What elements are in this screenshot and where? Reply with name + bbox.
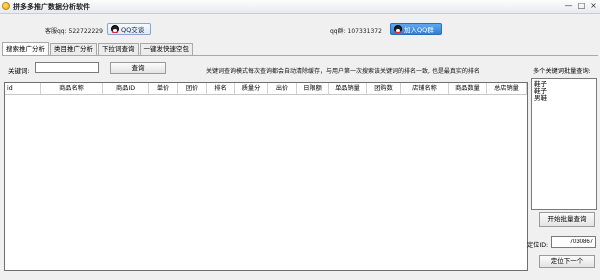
query-hint-text: 关键词查询模式每次查询都会自动清除缓存，与用户第一次搜索该关键词的排名一致, 也…	[206, 68, 480, 75]
column-header-group-buys[interactable]: 团购数	[367, 83, 401, 94]
keyword-label: 关键词:	[8, 67, 30, 75]
column-header-product-count[interactable]: 商品数量	[449, 83, 487, 94]
join-qq-group-button[interactable]: 加入QQ群	[390, 23, 442, 35]
maximize-button[interactable]: □	[576, 1, 587, 11]
qq-penguin-icon	[111, 25, 119, 33]
column-header-shop-name[interactable]: 店铺名称	[401, 83, 449, 94]
column-header-product-name[interactable]: 商品名称	[41, 83, 103, 94]
column-header-quality-score[interactable]: 质量分	[235, 83, 268, 94]
locate-next-button[interactable]: 定位下一个	[539, 255, 595, 268]
column-header-unit-price[interactable]: 单价	[149, 83, 178, 94]
results-table[interactable]: id 商品名称 商品ID 单价 团价 排名 质量分 出价 日限额 单品销量 团购…	[4, 82, 528, 271]
tab-quick-package[interactable]: 一键发快速空包	[139, 43, 193, 55]
query-button[interactable]: 查询	[110, 62, 166, 74]
title-bar: 拼多多推广数据分析软件 — □ ×	[0, 0, 600, 14]
column-header-item-sales[interactable]: 单品销量	[329, 83, 367, 94]
qq-penguin-icon	[394, 25, 402, 33]
column-header-group-price[interactable]: 团价	[178, 83, 207, 94]
column-header-id[interactable]: id	[5, 83, 41, 94]
column-header-bid[interactable]: 出价	[268, 83, 297, 94]
table-header: id 商品名称 商品ID 单价 团价 排名 质量分 出价 日限额 单品销量 团购…	[5, 83, 527, 95]
close-button[interactable]: ×	[588, 1, 599, 11]
qq-contact-label: QQ交谈	[121, 26, 145, 34]
locate-id-input[interactable]	[551, 236, 596, 248]
column-header-total-shop-sales[interactable]: 总店销量	[487, 83, 527, 94]
qq-contact-button[interactable]: QQ交谈	[107, 23, 151, 35]
column-header-daily-limit[interactable]: 日限额	[297, 83, 329, 94]
column-header-rank[interactable]: 排名	[207, 83, 235, 94]
support-qq-label: 客服qq: 522722229	[45, 28, 103, 35]
batch-query-label: 多个关键词批量查询:	[533, 68, 591, 75]
start-batch-query-button[interactable]: 开始批量查询	[539, 212, 595, 227]
locate-id-label: 定位ID:	[527, 242, 549, 249]
minimize-button[interactable]: —	[563, 1, 574, 11]
tab-panel-border	[2, 55, 598, 56]
tab-category-promotion[interactable]: 类目推广分析	[50, 43, 97, 55]
qq-group-label: qq群: 107331372	[330, 28, 382, 35]
join-group-label: 加入QQ群	[404, 26, 434, 34]
tab-bar: 搜索推广分析 类目推广分析 下拉词查询 一键发快速空包	[2, 42, 194, 55]
column-header-product-id[interactable]: 商品ID	[103, 83, 149, 94]
keyword-input[interactable]	[35, 62, 99, 73]
batch-keywords-textarea[interactable]: 鞋子 鞋子 男鞋	[531, 78, 597, 210]
tab-dropdown-words[interactable]: 下拉词查询	[98, 43, 139, 55]
tab-search-promotion[interactable]: 搜索推广分析	[2, 42, 49, 55]
app-icon	[2, 2, 10, 10]
window-title: 拼多多推广数据分析软件	[13, 3, 90, 11]
